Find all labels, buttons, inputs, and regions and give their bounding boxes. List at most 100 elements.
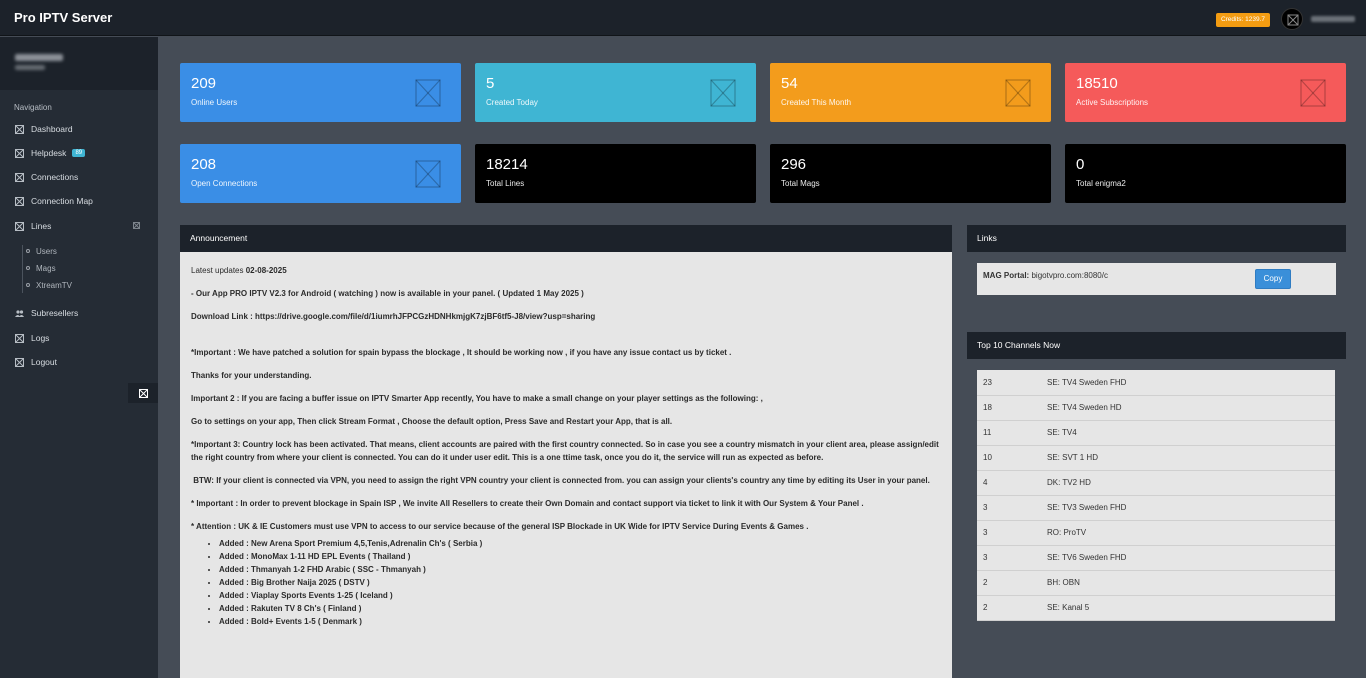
viewer-count: 3 [977,495,1047,521]
viewer-count: 3 [977,520,1047,546]
table-row[interactable]: 2 BH: OBN [977,570,1335,596]
channel-name: SE: TV3 Sweden FHD [1047,495,1335,521]
stat-card-open-connections[interactable]: 208 Open Connections [180,144,461,203]
sidebar-item-helpdesk[interactable]: Helpdesk 89 [0,144,158,162]
viewer-count: 2 [977,595,1047,621]
table-row[interactable]: 3 RO: ProTV [977,520,1335,546]
announcement-body[interactable]: Latest updates 02-08-2025 - Our App PRO … [180,252,952,678]
announcement-paragraph: BTW: If your client is connected via VPN… [191,476,930,485]
stat-label: Online Users [191,98,238,107]
logout-icon [15,357,24,367]
table-row[interactable]: 11 SE: TV4 [977,420,1335,446]
stat-value: 54 [781,75,798,92]
list-item: Added : MonoMax 1-11 HD EPL Events ( Tha… [219,550,941,563]
table-row[interactable]: 3 SE: TV3 Sweden FHD [977,495,1335,521]
username-redacted[interactable] [1311,16,1355,22]
sidebar: Navigation Dashboard Helpdesk 89 Connect… [0,37,158,678]
viewer-count: 4 [977,470,1047,496]
sidebar-item-logs[interactable]: Logs [0,329,158,347]
list-item: Added : Viaplay Sports Events 1-25 ( Ice… [219,589,941,602]
table-row[interactable]: 23 SE: TV4 Sweden FHD [977,370,1335,396]
connections-icon [15,172,24,182]
announcement-paragraph: - Our App PRO IPTV V2.3 for Android ( wa… [191,289,584,298]
channel-name: SE: Kanal 5 [1047,595,1335,621]
stat-card-total-mags[interactable]: 296 Total Mags [770,144,1051,203]
calendar-icon [1005,79,1031,107]
subscription-icon [1300,79,1326,107]
sidebar-subitem-users[interactable]: Users [22,244,152,258]
list-item: Added : Thmanyah 1-2 FHD Arabic ( SSC - … [219,563,941,576]
stat-card-online-users[interactable]: 209 Online Users [180,63,461,122]
bullet-icon [26,266,30,270]
table-row[interactable]: 18 SE: TV4 Sweden HD [977,395,1335,421]
stat-value: 208 [191,156,217,173]
subitem-label: Users [36,246,57,256]
stat-card-created-today[interactable]: 5 Created Today [475,63,756,122]
stat-label: Created Today [486,98,538,107]
table-row[interactable]: 3 SE: TV6 Sweden FHD [977,545,1335,571]
announcement-paragraph: Important 2 : If you are facing a buffer… [191,394,763,403]
top-channels-panel: Top 10 Channels Now 23 SE: TV4 Sweden FHD… [967,332,1346,649]
added-channels-list: Added : New Arena Sport Premium 4,5,Teni… [219,537,941,628]
sidebar-item-connections[interactable]: Connections [0,168,158,186]
sidebar-item-connection-map[interactable]: Connection Map [0,192,158,210]
channel-name: BH: OBN [1047,570,1335,596]
sidebar-item-dashboard[interactable]: Dashboard [0,120,158,138]
subitem-label: Mags [36,263,56,273]
download-link[interactable]: Download Link : https://drive.google.com… [191,310,941,323]
announcement-paragraph: * Attention : UK & IE Customers must use… [191,522,809,531]
stat-label: Total Mags [781,179,820,188]
stat-label: Open Connections [191,179,258,188]
announcement-paragraph: *Important 3: Country lock has been acti… [191,440,939,462]
viewer-count: 3 [977,545,1047,571]
dashboard-icon [15,124,24,134]
top-channels-title: Top 10 Channels Now [967,332,1346,359]
announcement-title: Announcement [180,225,952,252]
expand-arrow-icon[interactable] [133,222,140,229]
broken-image-icon [1287,14,1299,26]
stat-value: 18214 [486,156,528,173]
sidebar-item-logout[interactable]: Logout [0,353,158,371]
map-icon [15,196,24,206]
copy-button[interactable]: Copy [1255,269,1291,289]
table-row[interactable]: 4 DK: TV2 HD [977,470,1335,496]
sidebar-item-label: Logout [31,357,57,367]
stat-card-total-enigma2[interactable]: 0 Total enigma2 [1065,144,1346,203]
avatar[interactable] [1281,8,1303,30]
sidebar-item-label: Helpdesk [31,148,67,158]
sidebar-subitem-xtreamtv[interactable]: XtreamTV [22,278,152,292]
app-title[interactable]: Pro IPTV Server [14,10,112,25]
sidebar-item-label: Subresellers [31,308,79,318]
stat-value: 296 [781,156,807,173]
top-channels-body: 23 SE: TV4 Sweden FHD 18 SE: TV4 Sweden HD… [967,359,1346,649]
stat-value: 5 [486,75,495,92]
viewer-count: 23 [977,370,1047,396]
sidebar-item-lines[interactable]: Lines [0,217,158,235]
channel-name: RO: ProTV [1047,520,1335,546]
sidebar-item-subresellers[interactable]: Subresellers [0,304,158,322]
sidebar-item-label: Lines [31,221,52,231]
sidebar-collapse-button[interactable] [128,383,158,403]
announcement-paragraph: Go to settings on your app, Then click S… [191,417,673,426]
channel-name: SE: SVT 1 HD [1047,445,1335,471]
stat-card-total-lines[interactable]: 18214 Total Lines [475,144,756,203]
channel-name: SE: TV4 Sweden HD [1047,395,1335,421]
latest-updates: Latest updates 02-08-2025 [191,264,941,277]
announcement-paragraph: *Important : We have patched a solution … [191,348,732,357]
helpdesk-icon [15,148,24,158]
stat-card-created-month[interactable]: 54 Created This Month [770,63,1051,122]
table-row[interactable]: 2 SE: Kanal 5 [977,595,1335,621]
sidebar-subitem-mags[interactable]: Mags [22,261,152,275]
table-row[interactable]: 10 SE: SVT 1 HD [977,445,1335,471]
nav-heading: Navigation [14,103,52,112]
stat-card-active-subscriptions[interactable]: 18510 Active Subscriptions [1065,63,1346,122]
lines-icon [15,221,24,231]
mag-portal-row: MAG Portal: bigotvpro.com:8080/c Copy [977,263,1336,295]
helpdesk-count-badge: 89 [72,149,86,157]
sidebar-item-label: Logs [31,333,50,343]
list-item: Added : New Arena Sport Premium 4,5,Teni… [219,537,941,550]
stat-label: Total enigma2 [1076,179,1126,188]
links-panel: Links MAG Portal: bigotvpro.com:8080/c C… [967,225,1346,318]
viewer-count: 10 [977,445,1047,471]
connections-icon [415,160,441,188]
